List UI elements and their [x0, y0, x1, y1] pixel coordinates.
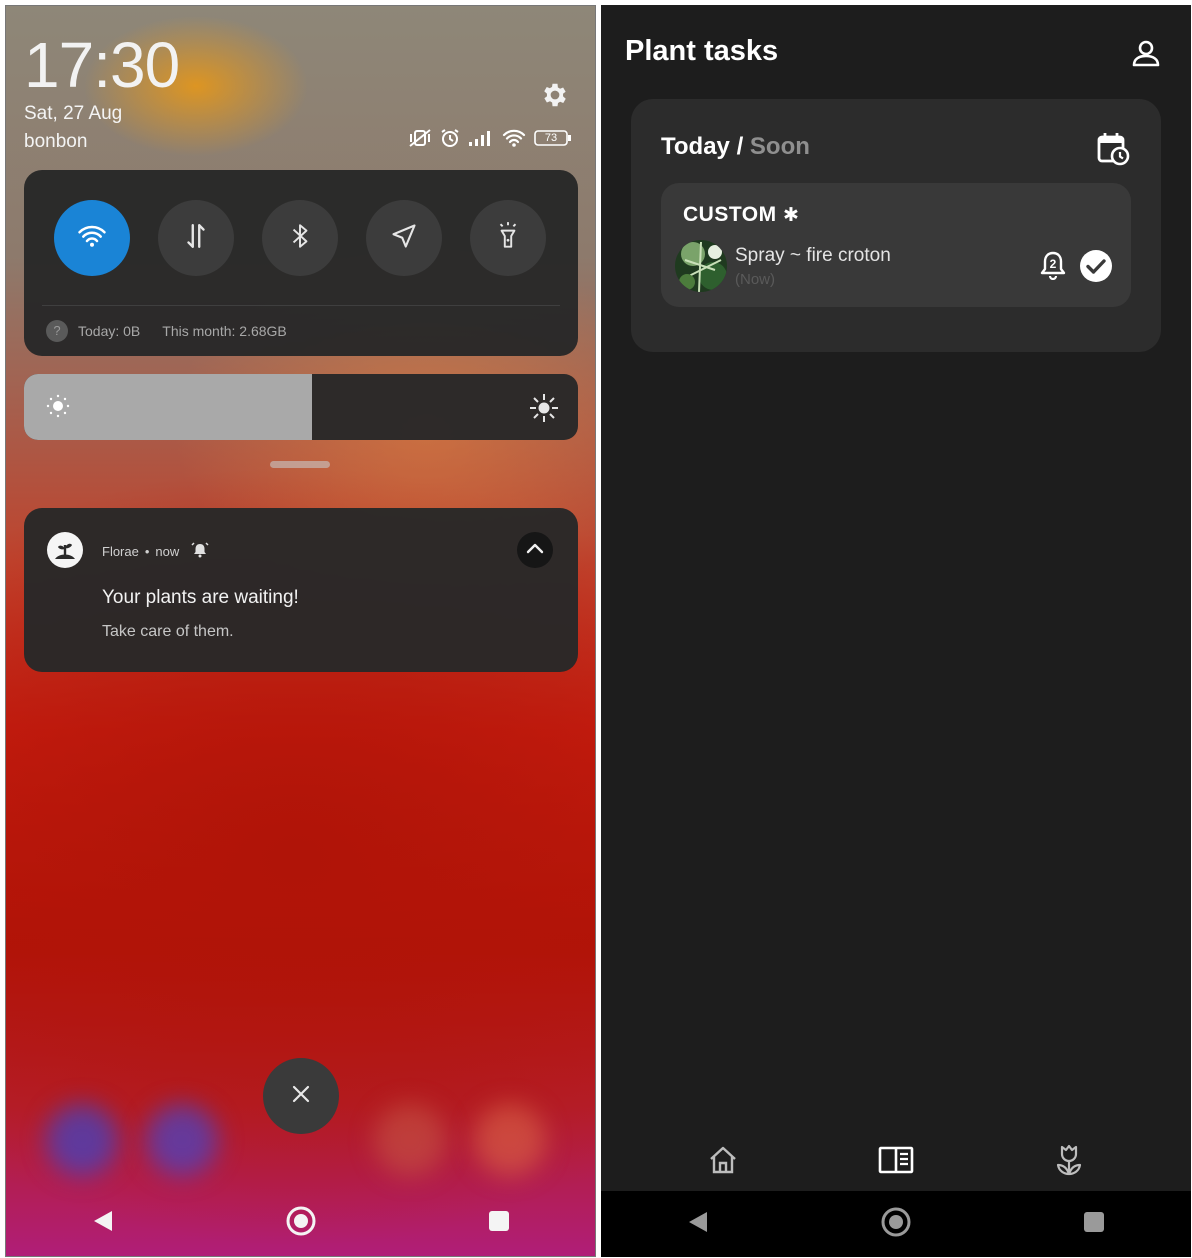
divider — [42, 305, 560, 306]
recents-icon[interactable] — [1083, 1211, 1105, 1238]
alarm-icon — [440, 128, 460, 148]
home-button-icon[interactable] — [285, 1205, 317, 1242]
bluetooth-toggle[interactable] — [262, 200, 338, 276]
plant-icon[interactable] — [1053, 1143, 1085, 1182]
asterisk-symbol: ✱ — [782, 205, 800, 226]
carrier-name: bonbon — [24, 131, 88, 152]
task-group-card[interactable]: CUSTOM ✱ Spray ~ fire croton (Now) 2 — [661, 183, 1131, 307]
notification-time: now — [155, 544, 180, 559]
data-usage[interactable]: ? Today: 0B This month: 2.68GB — [46, 320, 287, 342]
battery-level: 73 — [544, 132, 558, 144]
brightness-high-icon — [528, 392, 560, 429]
settings-gear-icon[interactable] — [540, 80, 570, 110]
florae-app-icon — [47, 532, 83, 568]
mobile-data-icon — [183, 222, 209, 255]
section-title-soon[interactable]: Soon — [750, 133, 810, 160]
journal-icon[interactable] — [878, 1145, 914, 1180]
blurred-app-icon — [46, 1104, 118, 1176]
system-navigation-bar — [6, 1190, 595, 1256]
home-icon[interactable] — [707, 1144, 739, 1181]
location-icon — [390, 222, 418, 255]
blurred-app-icon — [474, 1104, 546, 1176]
section-title: Today / Soon — [661, 133, 810, 161]
florae-notification[interactable]: Florae • now Your plants are waiting! Ta… — [24, 508, 578, 672]
notification-body: Take care of them. — [102, 623, 234, 640]
vibrate-off-icon — [408, 128, 432, 148]
plant-tasks-screen: Plant tasks Today / Soon CUSTOM ✱ Spray … — [601, 5, 1191, 1257]
flashlight-toggle[interactable] — [470, 200, 546, 276]
today-soon-card: Today / Soon CUSTOM ✱ Spray ~ fire croto… — [631, 99, 1161, 352]
group-name: CUSTOM — [683, 203, 777, 226]
notification-header: Florae • now — [102, 542, 209, 561]
cell-signal-icon — [468, 129, 494, 147]
task-group-title: CUSTOM ✱ — [683, 203, 799, 227]
blurred-app-icon — [146, 1104, 218, 1176]
usage-today: Today: 0B — [78, 323, 141, 339]
app-name: Florae — [102, 544, 139, 559]
plant-photo[interactable] — [675, 240, 727, 292]
chevron-up-icon — [526, 541, 544, 559]
alarm-bell-icon — [191, 542, 209, 561]
bluetooth-icon — [289, 222, 311, 255]
location-toggle[interactable] — [366, 200, 442, 276]
notification-shade-screen: 17:30 Sat, 27 Aug bonbon 73 ? Today: 0B … — [5, 5, 596, 1257]
brightness-low-icon — [44, 392, 72, 425]
calendar-clock-icon[interactable] — [1097, 131, 1131, 172]
close-icon — [291, 1084, 311, 1109]
collapse-notification-button[interactable] — [517, 532, 553, 568]
shade-drag-handle[interactable] — [270, 461, 330, 468]
back-icon[interactable] — [687, 1210, 709, 1239]
help-icon: ? — [46, 320, 68, 342]
system-navigation-bar — [601, 1191, 1191, 1257]
task-label[interactable]: Spray ~ fire croton — [735, 245, 891, 267]
date[interactable]: Sat, 27 Aug — [24, 103, 122, 125]
clear-notifications-button[interactable] — [263, 1058, 339, 1134]
notification-title: Your plants are waiting! — [102, 587, 299, 608]
app-bottom-navigation — [601, 1133, 1191, 1191]
wifi-toggle[interactable] — [54, 200, 130, 276]
brightness-slider[interactable] — [24, 374, 578, 440]
wifi-icon — [77, 223, 107, 254]
reminder-count: 2 — [1049, 257, 1057, 271]
mark-done-check-icon[interactable] — [1079, 249, 1113, 288]
quick-settings-panel: ? Today: 0B This month: 2.68GB — [24, 170, 578, 356]
user-profile-icon[interactable] — [1131, 38, 1161, 73]
battery-icon: 73 — [534, 129, 572, 147]
clock[interactable]: 17:30 — [24, 28, 180, 102]
recents-icon[interactable] — [488, 1210, 510, 1237]
task-time: (Now) — [735, 271, 775, 288]
wifi-status-icon — [502, 128, 526, 148]
separator-dot: • — [144, 544, 150, 559]
home-button-icon[interactable] — [880, 1206, 912, 1243]
usage-month: This month: 2.68GB — [162, 323, 287, 339]
status-bar-icons: 73 — [408, 128, 572, 148]
flashlight-icon — [495, 221, 521, 256]
mobile-data-toggle[interactable] — [158, 200, 234, 276]
reminder-bell-icon[interactable]: 2 — [1039, 250, 1067, 280]
section-title-today: Today / — [661, 133, 744, 160]
page-title: Plant tasks — [625, 35, 779, 67]
back-icon[interactable] — [92, 1209, 114, 1238]
blurred-app-icon — [374, 1104, 446, 1176]
